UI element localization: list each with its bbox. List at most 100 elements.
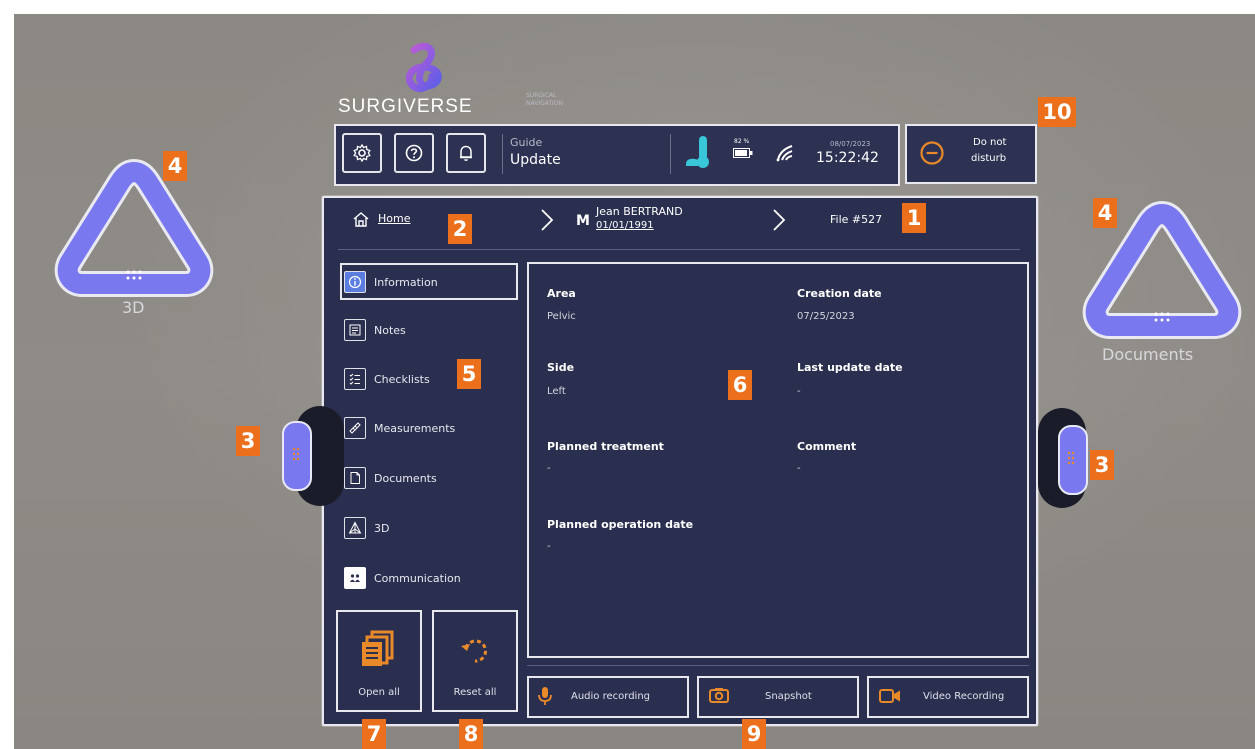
sidebar-item-communication[interactable]: Communication xyxy=(340,561,518,595)
planned-treatment-label: Planned treatment xyxy=(547,440,664,453)
snapshot-label: Snapshot xyxy=(765,691,812,702)
chevron-right-icon xyxy=(541,209,554,231)
sidebar-item-label: Documents xyxy=(374,471,437,485)
battery-percent: 82 % xyxy=(734,138,750,145)
vertical-divider xyxy=(502,134,503,174)
vertical-divider xyxy=(670,134,671,174)
area-value: Pelvic xyxy=(547,311,576,322)
chevron-right-icon xyxy=(773,209,786,231)
sidebar-item-label: Notes xyxy=(374,323,406,337)
sidebar-item-notes[interactable]: Notes xyxy=(340,313,518,347)
audio-recording-button[interactable]: Audio recording xyxy=(527,676,689,718)
help-button[interactable] xyxy=(394,133,434,173)
document-icon xyxy=(344,467,366,489)
last-update-date-label: Last update date xyxy=(797,361,903,374)
people-icon xyxy=(344,567,366,589)
sidebar-item-label: 3D xyxy=(374,521,390,535)
video-recording-label: Video Recording xyxy=(923,691,1005,702)
battery-icon xyxy=(733,148,753,158)
area-label: Area xyxy=(547,287,576,300)
audio-recording-label: Audio recording xyxy=(571,691,651,702)
sidebar-item-measurements[interactable]: Measurements xyxy=(340,411,518,445)
help-icon xyxy=(405,144,423,162)
planned-operation-date-value: - xyxy=(547,541,551,552)
open-all-button[interactable]: Open all xyxy=(336,610,422,712)
home-icon[interactable] xyxy=(352,211,370,227)
side-label: Side xyxy=(547,361,575,374)
camera-icon xyxy=(709,688,729,703)
brand-name: SURGIVERSE xyxy=(338,96,473,117)
microphone-icon xyxy=(538,687,552,705)
surgiverse-logo xyxy=(398,42,450,94)
patient-name: Jean BERTRAND xyxy=(596,205,683,218)
bell-icon xyxy=(460,145,472,161)
sidebar-item-label: Measurements xyxy=(374,421,456,435)
patient-sex: M xyxy=(576,213,590,229)
annotation-marker-6: 6 xyxy=(728,370,752,400)
file-number: File #527 xyxy=(830,213,883,226)
sidebar-item-label: Checklists xyxy=(374,372,430,386)
gear-icon xyxy=(353,143,371,163)
3d-icon xyxy=(344,517,366,539)
3d-model-widget[interactable] xyxy=(48,158,220,298)
breadcrumb-divider xyxy=(338,249,1020,250)
sidebar-item-label: Communication xyxy=(374,571,461,585)
minus-circle-icon xyxy=(920,141,944,165)
comment-label: Comment xyxy=(797,440,857,453)
sidebar-item-3d[interactable]: 3D xyxy=(340,511,518,545)
sidebar-item-checklists[interactable]: Checklists xyxy=(340,362,518,396)
guide-mode[interactable]: Update xyxy=(510,152,561,168)
grip-dots-icon xyxy=(292,447,300,461)
sidebar-item-documents[interactable]: Documents xyxy=(340,461,518,495)
annotation-marker-4-right: 4 xyxy=(1093,198,1117,228)
annotation-marker-3-right: 3 xyxy=(1090,450,1114,480)
annotation-marker-9: 9 xyxy=(742,719,766,749)
sidebar-item-information[interactable]: Information xyxy=(340,265,518,299)
annotation-marker-5: 5 xyxy=(457,359,481,389)
settings-button[interactable] xyxy=(342,133,382,173)
annotation-marker-2: 2 xyxy=(448,214,472,244)
sidebar-item-label: Information xyxy=(374,275,438,289)
documents-widget-label: Documents xyxy=(1102,345,1194,364)
snapshot-button[interactable]: Snapshot xyxy=(697,676,859,718)
annotation-marker-7: 7 xyxy=(362,719,386,749)
planned-operation-date-label: Planned operation date xyxy=(547,518,694,531)
clock-text: 15:22:42 xyxy=(816,150,879,166)
planned-treatment-value: - xyxy=(547,463,551,474)
brand-tagline: SURGICAL NAVIGATION xyxy=(526,92,564,107)
annotation-marker-8: 8 xyxy=(459,719,483,749)
stacked-documents-icon xyxy=(362,630,394,666)
reset-all-button[interactable]: Reset all xyxy=(432,610,518,712)
3d-widget-label: 3D xyxy=(122,298,145,317)
creation-date-label: Creation date xyxy=(797,287,882,300)
grip-dots-icon xyxy=(1067,451,1075,465)
checklist-icon xyxy=(344,368,366,390)
creation-date-value: 07/25/2023 xyxy=(797,311,855,322)
breadcrumb-home-link[interactable]: Home xyxy=(378,212,410,225)
comment-value: - xyxy=(797,463,801,474)
dnd-label-line1: Do not xyxy=(973,137,1007,148)
video-camera-icon xyxy=(879,689,900,703)
side-value: Left xyxy=(547,386,566,397)
date-text: 08/07/2023 xyxy=(830,140,871,148)
reset-icon xyxy=(461,639,488,663)
ruler-icon xyxy=(344,417,366,439)
annotation-marker-10: 10 xyxy=(1038,97,1076,127)
annotation-marker-3-left: 3 xyxy=(236,426,260,456)
last-update-date-value: - xyxy=(797,386,801,397)
patient-dob-link[interactable]: 01/01/1991 xyxy=(596,220,654,231)
information-content xyxy=(527,262,1029,658)
info-icon xyxy=(344,271,366,293)
dnd-label-line2: disturb xyxy=(971,153,1007,164)
do-not-disturb-button[interactable]: Do not disturb xyxy=(905,124,1037,184)
annotation-marker-4-left: 4 xyxy=(163,151,187,181)
wifi-icon xyxy=(776,145,793,162)
open-all-label: Open all xyxy=(358,687,400,698)
recording-divider xyxy=(527,665,1029,666)
reset-all-label: Reset all xyxy=(453,687,497,698)
notes-icon xyxy=(344,319,366,341)
status-bar: Guide Update 82 % 08/07/2023 15:22:42 xyxy=(334,124,900,186)
notifications-button[interactable] xyxy=(446,133,486,173)
annotation-marker-1: 1 xyxy=(902,203,926,233)
video-recording-button[interactable]: Video Recording xyxy=(867,676,1029,718)
